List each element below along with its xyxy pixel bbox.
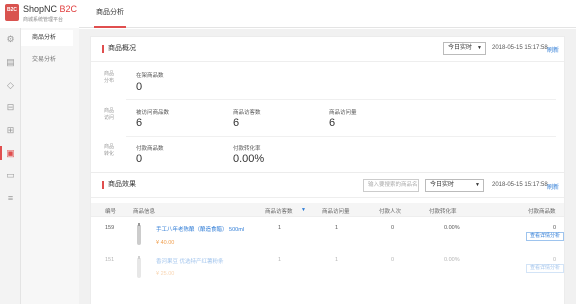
subnav-item-trade-analysis[interactable]: 交易分析	[21, 52, 73, 68]
gear-icon[interactable]: ⚙	[5, 34, 16, 45]
effect-period-select[interactable]: 今日实时 ▼	[425, 179, 484, 192]
row-label-distribution: 商品分布	[103, 71, 114, 84]
tab-goods-analysis[interactable]: 商品分析	[94, 7, 126, 28]
cell-paid-items: 0	[553, 257, 557, 263]
settings-sliders-icon[interactable]: ≡	[5, 193, 16, 204]
effect-refresh-link[interactable]: 刷新	[547, 182, 559, 191]
chevron-down-icon: ▼	[477, 45, 482, 51]
effect-title: 商品效果	[102, 181, 136, 189]
stat-label: 在架商品数	[136, 73, 164, 79]
row-label-conversion: 商品转化	[103, 144, 114, 157]
view-detail-button[interactable]: 查看详情分析	[526, 232, 565, 241]
box-icon[interactable]: ▭	[5, 170, 16, 181]
subnav-item-goods-analysis[interactable]: 商品分析	[21, 30, 73, 46]
stat-label: 商品访客数	[233, 110, 261, 116]
stat-value: 6	[329, 117, 336, 129]
stat-label: 商品访问量	[329, 110, 357, 116]
cell-rate: 0.00%	[444, 225, 460, 231]
grid-icon[interactable]: ⊞	[5, 125, 16, 136]
sub-navigation: 商品分析 交易分析	[21, 28, 79, 304]
stat-value: 6	[136, 117, 143, 129]
effect-panel: 商品效果 输入要搜索的商品名 今日实时 ▼ 2018-05-15 15:17:58…	[90, 172, 565, 304]
cell-id: 159	[105, 225, 115, 231]
column-header-views[interactable]: 商品访问量	[322, 207, 350, 215]
brand-icon: B2C	[5, 4, 19, 21]
effect-header: 商品效果 输入要搜索的商品名 今日实时 ▼ 2018-05-15 15:17:58…	[91, 173, 564, 198]
cell-visitors: 1	[278, 225, 282, 231]
left-icon-bar: ⚙ ▤ ◇ ⊟ ⊞ ▣ ▭ ≡	[0, 28, 21, 304]
cell-paid-items: 0	[553, 225, 557, 231]
stat-value: 6	[233, 117, 240, 129]
list-icon[interactable]: ▤	[5, 57, 16, 68]
cell-buyers: 0	[391, 257, 395, 263]
column-header-rate[interactable]: 付款转化率	[429, 207, 457, 215]
product-price: ¥ 25.00	[156, 271, 175, 277]
active-indicator	[0, 146, 2, 160]
overview-panel: 商品概况 今日实时 ▼ 2018-05-15 15:17:58 刷新 商品分布 在…	[90, 36, 565, 178]
column-header-info: 商品信息	[133, 209, 156, 215]
cell-buyers: 0	[391, 225, 395, 231]
stat-label: 付款商品数	[136, 146, 164, 152]
chart-icon[interactable]: ▣	[5, 148, 16, 159]
effect-datetime: 2018-05-15 15:17:58	[492, 182, 548, 188]
cell-visitors: 1	[278, 257, 282, 263]
cell-id: 151	[105, 257, 115, 263]
overview-datetime: 2018-05-15 15:17:58	[492, 45, 548, 51]
view-detail-button[interactable]: 查看详情分析	[526, 264, 565, 273]
column-header-buyers[interactable]: 付款人次	[379, 207, 401, 215]
product-price: ¥ 40.00	[156, 240, 175, 246]
brand-name: ShopNC B2C	[23, 4, 78, 14]
overview-title: 商品概况	[102, 45, 136, 53]
cell-views: 1	[335, 225, 339, 231]
overview-header: 商品概况 今日实时 ▼ 2018-05-15 15:17:58 刷新	[91, 37, 564, 62]
stat-value: 0.00%	[233, 153, 265, 165]
cell-views: 1	[335, 257, 339, 263]
stat-value: 0	[136, 153, 143, 165]
cart-icon[interactable]: ⊟	[5, 102, 16, 113]
brand-logo: B2C ShopNC B2C 商城系统管理平台	[0, 0, 79, 28]
brand-subtitle: 商城系统管理平台	[23, 17, 64, 23]
overview-refresh-link[interactable]: 刷新	[547, 45, 559, 54]
divider	[126, 99, 556, 100]
top-bar: 商品分析	[79, 0, 576, 28]
stat-value: 0	[136, 81, 143, 93]
stat-label: 被访问商品数	[136, 110, 170, 116]
sort-desc-icon[interactable]: ▼	[301, 207, 306, 213]
overview-period-select[interactable]: 今日实时 ▼	[443, 42, 486, 55]
product-name-link[interactable]: 手工八年老陈酿（酿造食醋） 500ml	[156, 225, 244, 233]
column-header-id: 编号	[105, 209, 117, 215]
divider	[126, 136, 556, 137]
stat-label: 付款转化率	[233, 146, 261, 152]
row-label-visits: 商品访问	[103, 108, 114, 121]
product-name-link[interactable]: 香河果豆 优选特产红薯粉条	[156, 257, 224, 265]
table-header: 编号 商品信息 商品访客数 ▼ 商品访问量 付款人次 付款转化率 付款商品数	[91, 203, 564, 217]
product-thumbnail[interactable]	[134, 223, 144, 245]
product-search-input[interactable]: 输入要搜索的商品名	[363, 179, 419, 192]
column-header-paid-items[interactable]: 付款商品数	[528, 207, 556, 215]
cell-rate: 0.00%	[444, 257, 460, 263]
chevron-down-icon: ▼	[475, 182, 480, 188]
main-content: 商品概况 今日实时 ▼ 2018-05-15 15:17:58 刷新 商品分布 在…	[79, 29, 576, 304]
tag-icon[interactable]: ◇	[5, 80, 16, 91]
product-thumbnail[interactable]	[134, 256, 144, 278]
column-header-visitors[interactable]: 商品访客数	[265, 207, 293, 215]
